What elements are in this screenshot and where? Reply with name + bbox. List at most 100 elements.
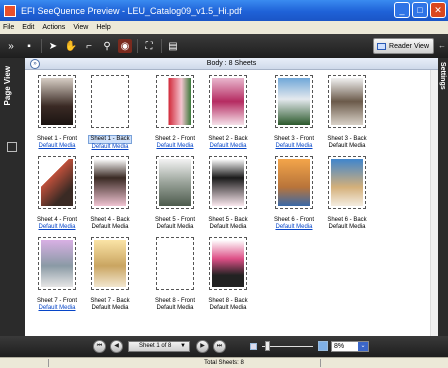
zoom-tool-icon[interactable]: ⚲ [100, 39, 114, 53]
sheet-preview[interactable] [38, 75, 76, 128]
menu-file[interactable]: File [3, 24, 14, 31]
zoom-out-icon[interactable] [250, 343, 257, 350]
menu-actions[interactable]: Actions [42, 24, 65, 31]
sheet-preview[interactable] [38, 156, 76, 209]
menu-edit[interactable]: Edit [22, 24, 34, 31]
color-picker-icon[interactable]: ◉ [118, 39, 132, 53]
status-divider [320, 359, 321, 367]
sheet-view: » Body : 8 Sheets Sheet 1 - Front Default… [25, 58, 438, 336]
media-link: Default Media [209, 224, 247, 230]
zoom-slider-thumb[interactable] [265, 341, 270, 351]
pointer-tool-icon[interactable]: ➤ [46, 39, 60, 53]
sheet-thumbnail[interactable]: Sheet 6 - Back Default Media [319, 156, 375, 231]
reader-view-button[interactable]: Reader View [373, 38, 434, 54]
maximize-button[interactable]: □ [412, 2, 428, 18]
toolbar-separator [137, 39, 138, 53]
sheet-thumbnail[interactable]: Sheet 4 - Back Default Media [82, 156, 138, 231]
sheet-preview[interactable] [38, 237, 76, 290]
sheet-thumbnail[interactable]: Sheet 7 - Back Default Media [82, 237, 138, 312]
media-link[interactable]: Default Media [29, 224, 85, 231]
sheet-label: Sheet 5 - Back [208, 217, 248, 223]
hand-tool-icon[interactable]: ✋ [64, 39, 78, 53]
sheet-preview[interactable] [91, 237, 129, 290]
page-view-panel[interactable]: Page View [0, 58, 25, 336]
media-link: Default Media [328, 224, 366, 230]
toolbar: » ▪ ➤ ✋ ⌐ ⚲ ◉ ⛶ ▤ Reader View ← [0, 34, 448, 58]
vertical-scrollbar[interactable] [430, 70, 438, 336]
sheet-thumbnail[interactable]: Sheet 5 - Back Default Media [200, 156, 256, 231]
sheet-thumbnail[interactable]: Sheet 2 - Front Default Media [147, 75, 203, 150]
media-link[interactable]: Default Media [29, 305, 85, 312]
settings-panel[interactable]: Settings [438, 58, 448, 336]
next-sheet-button[interactable]: ▶ [196, 340, 209, 353]
media-link[interactable]: Default Media [29, 143, 85, 150]
media-link[interactable]: Default Media [200, 143, 256, 150]
save-icon[interactable]: ▪ [22, 39, 36, 53]
sheet-label: Sheet 2 - Front [154, 136, 196, 142]
page-artwork [159, 240, 191, 287]
close-button[interactable]: ✕ [430, 2, 446, 18]
sheet-preview[interactable] [209, 156, 247, 209]
first-sheet-button[interactable]: ⏮ [93, 340, 106, 353]
sheet-label: Sheet 4 - Back [90, 217, 130, 223]
sheet-thumbnail[interactable]: Sheet 8 - Front Default Media [147, 237, 203, 312]
sheet-thumbnail[interactable]: Sheet 1 - Back Default Media [82, 75, 138, 151]
sheet-label: Sheet 6 - Back [327, 217, 367, 223]
body-title: Body : 8 Sheets [206, 60, 257, 67]
collapse-right-icon[interactable]: ← [438, 41, 446, 50]
menu-view[interactable]: View [73, 24, 88, 31]
monitor-icon [377, 42, 387, 50]
minimize-button[interactable]: _ [394, 2, 410, 18]
sheet-thumbnail[interactable]: Sheet 4 - Front Default Media [29, 156, 85, 231]
media-link[interactable]: Default Media [266, 143, 322, 150]
crop-tool-icon[interactable]: ⌐ [82, 39, 96, 53]
page-artwork [278, 159, 310, 206]
panel-grip-icon [7, 142, 17, 152]
page-artwork [94, 78, 126, 125]
sheet-preview[interactable] [275, 75, 313, 128]
fit-page-icon[interactable]: ⛶ [142, 39, 156, 53]
sheet-thumbnail[interactable]: Sheet 3 - Front Default Media [266, 75, 322, 150]
sheet-thumbnail[interactable]: Sheet 6 - Front Default Media [266, 156, 322, 231]
sheet-preview[interactable] [156, 237, 194, 290]
last-sheet-button[interactable]: ⏭ [213, 340, 226, 353]
media-link[interactable]: Default Media [147, 143, 203, 150]
sheet-preview[interactable] [328, 75, 366, 128]
settings-tab[interactable]: Settings [439, 62, 446, 90]
sheet-label: Sheet 2 - Back [208, 136, 248, 142]
collapse-icon[interactable]: » [30, 59, 40, 69]
media-link[interactable]: Default Media [266, 224, 322, 231]
sheet-thumbnail[interactable]: Sheet 1 - Front Default Media [29, 75, 85, 150]
sheet-label: Sheet 6 - Front [273, 217, 315, 223]
toolbar-separator [161, 39, 162, 53]
sheet-label: Sheet 3 - Front [273, 136, 315, 142]
zoom-value: 8% [334, 343, 345, 350]
menu-help[interactable]: Help [96, 24, 110, 31]
app-icon [4, 4, 16, 17]
sheet-preview[interactable] [156, 156, 194, 209]
zoom-in-icon[interactable] [318, 341, 328, 351]
page-artwork [94, 159, 126, 206]
sheet-thumbnail[interactable]: Sheet 8 - Back Default Media [200, 237, 256, 312]
sheet-thumbnail[interactable]: Sheet 2 - Back Default Media [200, 75, 256, 150]
status-divider [48, 359, 49, 367]
document-icon[interactable]: ▤ [166, 39, 180, 53]
sheet-thumbnail[interactable]: Sheet 5 - Front Default Media [147, 156, 203, 231]
zoom-dropdown-icon[interactable]: ⌄ [358, 342, 368, 351]
sheet-preview[interactable] [209, 75, 247, 128]
prev-sheet-button[interactable]: ◀ [110, 340, 123, 353]
sheet-label: Sheet 7 - Back [90, 298, 130, 304]
sheet-preview[interactable] [209, 237, 247, 290]
sheet-selector[interactable]: Sheet 1 of 8 ▼ [128, 341, 190, 352]
sheet-thumbnail[interactable]: Sheet 7 - Front Default Media [29, 237, 85, 312]
sheet-preview[interactable] [91, 75, 129, 128]
page-view-tab[interactable]: Page View [3, 66, 12, 105]
sheet-preview[interactable] [275, 156, 313, 209]
sheet-preview[interactable] [328, 156, 366, 209]
sheet-thumbnail[interactable]: Sheet 3 - Back Default Media [319, 75, 375, 150]
media-link[interactable]: Default Media [82, 144, 138, 151]
sheet-preview[interactable] [156, 75, 194, 128]
sheet-preview[interactable] [91, 156, 129, 209]
expand-panel-icon[interactable]: » [4, 39, 18, 53]
page-artwork [41, 159, 73, 206]
